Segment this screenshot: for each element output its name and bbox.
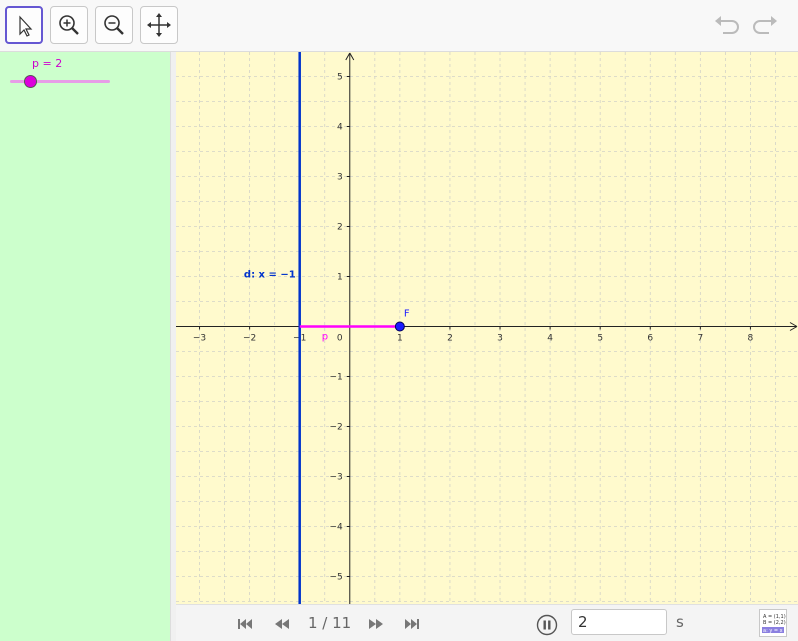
frame-counter: 1 / 11: [308, 614, 352, 632]
x-tick-label: 0: [337, 334, 343, 344]
speed-input[interactable]: [571, 609, 667, 635]
y-tick-label: −2: [329, 423, 342, 433]
step-forward-icon[interactable]: [365, 614, 387, 634]
x-tick-label: 1: [397, 334, 403, 344]
x-tick-label: 4: [547, 334, 553, 344]
y-tick-label: −4: [329, 523, 343, 533]
zoom-out-icon: [104, 15, 124, 35]
undo-icon[interactable]: [712, 12, 742, 40]
move-graphics-view-button[interactable]: [140, 6, 178, 44]
algebra-line-3: a: y = x: [763, 628, 783, 634]
y-tick-label: −3: [329, 473, 342, 483]
x-tick-label: 2: [447, 334, 453, 344]
algebra-line-2: B = (2,2): [763, 620, 786, 626]
step-back-icon[interactable]: [271, 614, 293, 634]
toolbar: [0, 0, 798, 52]
x-tick-label: −2: [243, 334, 256, 344]
graphics-view[interactable]: −3−2−1012345678 54321−1−2−3−4−5 d: x = −…: [176, 52, 798, 604]
segment-p-label: p: [322, 332, 328, 343]
x-tick-label: 6: [647, 334, 653, 344]
zoom-in-button[interactable]: [50, 6, 88, 44]
x-tick-label: 5: [597, 334, 603, 344]
directrix-label: d: x = −1: [244, 270, 296, 281]
y-tick-label: −5: [329, 573, 342, 583]
y-tick-label: 3: [337, 173, 343, 183]
zoom-out-button[interactable]: [95, 6, 133, 44]
x-tick-label: 8: [748, 334, 754, 344]
playback-bar: 1 / 11 s A = (1,1) B = (2,2) a: y = x: [176, 604, 798, 641]
algebra-view-button[interactable]: A = (1,1) B = (2,2) a: y = x: [759, 609, 787, 637]
y-tick-label: 1: [337, 273, 343, 283]
move-graphics-view-icon: [147, 13, 171, 37]
y-tick-label: 5: [337, 73, 343, 83]
focus-label: F: [404, 309, 410, 320]
slider-label: p = 2: [32, 57, 63, 70]
algebra-view-icon: A = (1,1) B = (2,2) a: y = x: [762, 614, 786, 634]
x-tick-label: −3: [193, 334, 206, 344]
x-tick-label: 7: [697, 334, 703, 344]
zoom-in-icon: [59, 15, 79, 35]
y-tick-label: 2: [337, 223, 343, 233]
x-tick-label: 3: [497, 334, 503, 344]
redo-icon[interactable]: [750, 12, 780, 40]
move-tool-button[interactable]: [5, 6, 43, 44]
slider-panel: [0, 52, 170, 641]
skip-first-icon[interactable]: [234, 614, 256, 634]
y-tick-label: −1: [329, 373, 342, 383]
arrow-pointer-icon: [19, 15, 33, 37]
y-tick-label: 4: [337, 123, 343, 133]
skip-last-icon[interactable]: [401, 614, 423, 634]
slider-knob[interactable]: [23, 75, 37, 88]
focus-point[interactable]: [394, 321, 405, 332]
speed-unit: s: [676, 613, 684, 631]
graphics-background: [176, 52, 798, 604]
pause-icon[interactable]: [536, 614, 558, 636]
